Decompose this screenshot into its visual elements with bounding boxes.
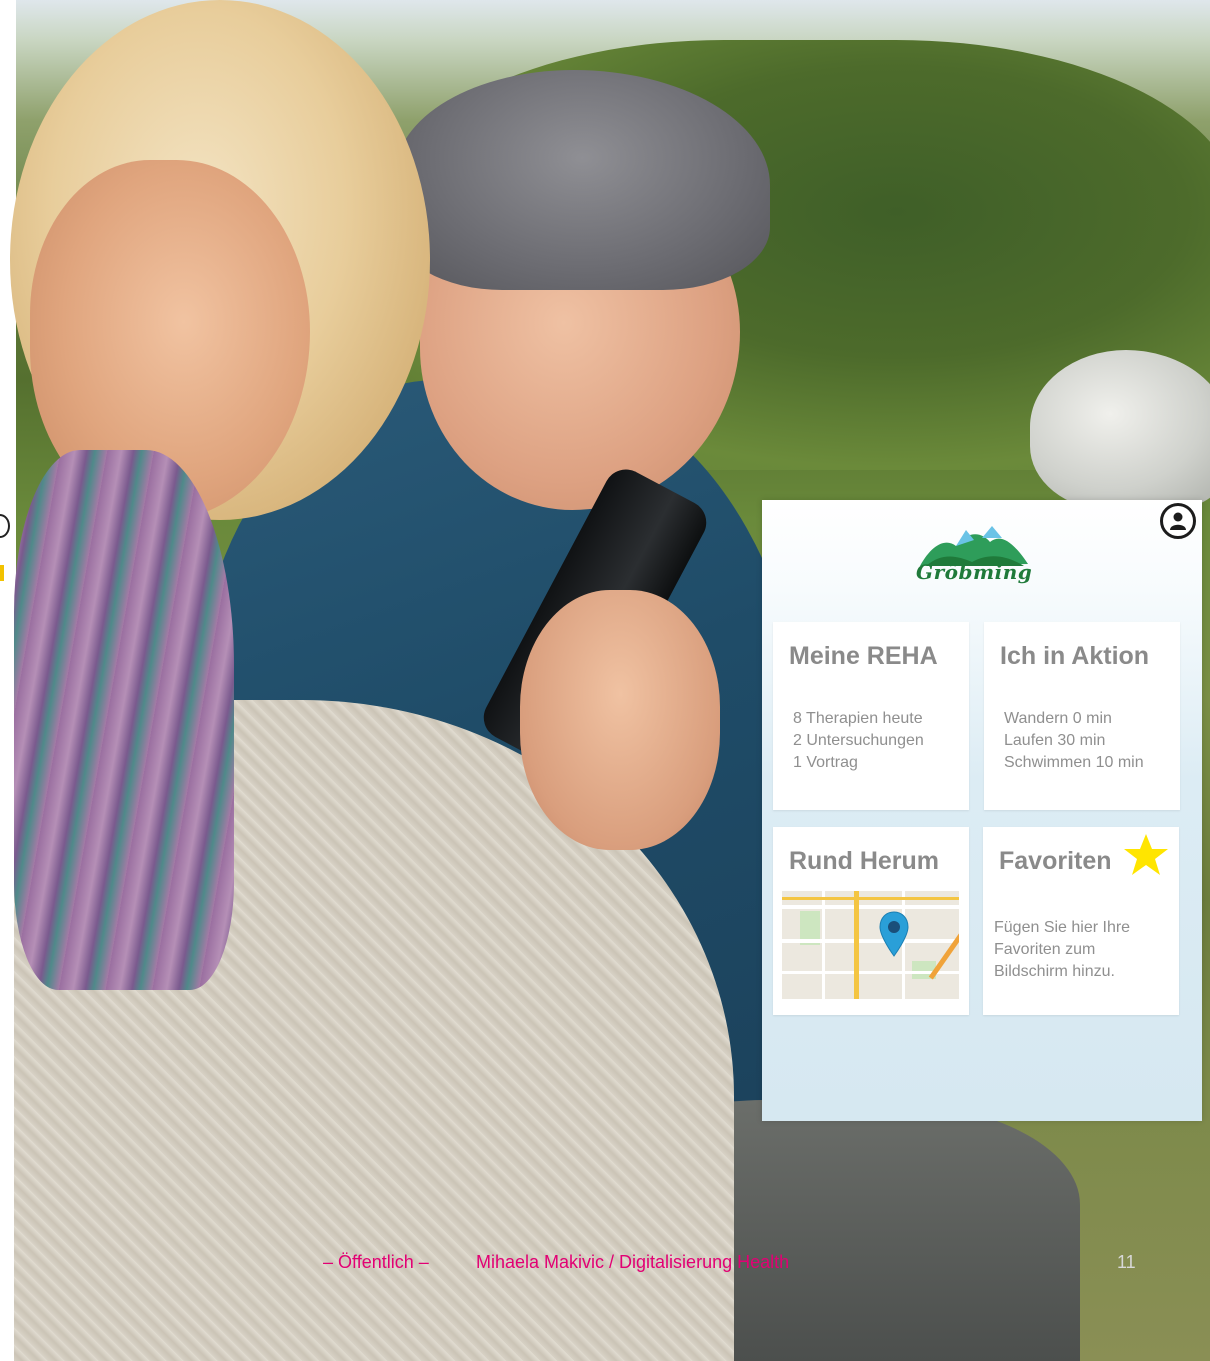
map-preview[interactable] <box>782 891 959 999</box>
map-road <box>822 891 825 999</box>
tile-line: Schwimmen 10 min <box>1004 754 1144 771</box>
tile-details: 8 Therapien heute 2 Untersuchungen 1 Vor… <box>793 708 924 774</box>
map-road <box>782 905 959 909</box>
edge-marker <box>0 565 4 581</box>
tile-title: Meine REHA <box>789 642 938 670</box>
tile-line: Favoriten zum <box>994 941 1096 958</box>
tile-rund-herum[interactable]: Rund Herum <box>773 827 969 1015</box>
tile-line: Laufen 30 min <box>1004 732 1106 749</box>
tile-details: Fügen Sie hier Ihre Favoriten zum Bildsc… <box>994 917 1130 983</box>
tile-line: Bildschirm hinzu. <box>994 963 1115 980</box>
tile-title: Rund Herum <box>789 847 939 875</box>
footer-author: Mihaela Makivic / Digitalisierung Health <box>476 1252 790 1272</box>
tile-ich-in-aktion[interactable]: Ich in Aktion Wandern 0 min Laufen 30 mi… <box>984 622 1180 810</box>
hand <box>520 590 720 850</box>
footer-classification: – Öffentlich – <box>323 1252 429 1272</box>
tile-line: 2 Untersuchungen <box>793 732 924 749</box>
edge-circle <box>0 514 10 538</box>
logo-text: Gröbming <box>916 560 1033 584</box>
star-icon <box>1124 834 1168 875</box>
page-number: 11 <box>1117 1252 1136 1272</box>
tile-line: Wandern 0 min <box>1004 710 1112 727</box>
app-screen: Gröbming Meine REHA 8 Therapien heute 2 … <box>762 500 1202 1121</box>
tile-line: 1 Vortrag <box>793 754 858 771</box>
tile-title: Ich in Aktion <box>1000 642 1150 670</box>
tile-meine-reha[interactable]: Meine REHA 8 Therapien heute 2 Untersuch… <box>773 622 969 810</box>
tile-line: 8 Therapien heute <box>793 710 923 727</box>
tile-title: Favoriten <box>999 847 1112 875</box>
tile-details: Wandern 0 min Laufen 30 min Schwimmen 10… <box>1004 708 1144 774</box>
map-road <box>782 939 959 943</box>
map-road <box>782 897 959 900</box>
woman-scarf <box>14 450 234 990</box>
user-profile-icon[interactable] <box>1160 503 1196 539</box>
tile-favoriten[interactable]: Favoriten Fügen Sie hier Ihre Favoriten … <box>983 827 1179 1015</box>
groebming-logo: Gröbming <box>912 522 1036 594</box>
tile-line: Fügen Sie hier Ihre <box>994 919 1131 936</box>
map-road <box>854 891 859 999</box>
rock <box>1030 350 1210 510</box>
location-pin-icon <box>879 911 909 957</box>
